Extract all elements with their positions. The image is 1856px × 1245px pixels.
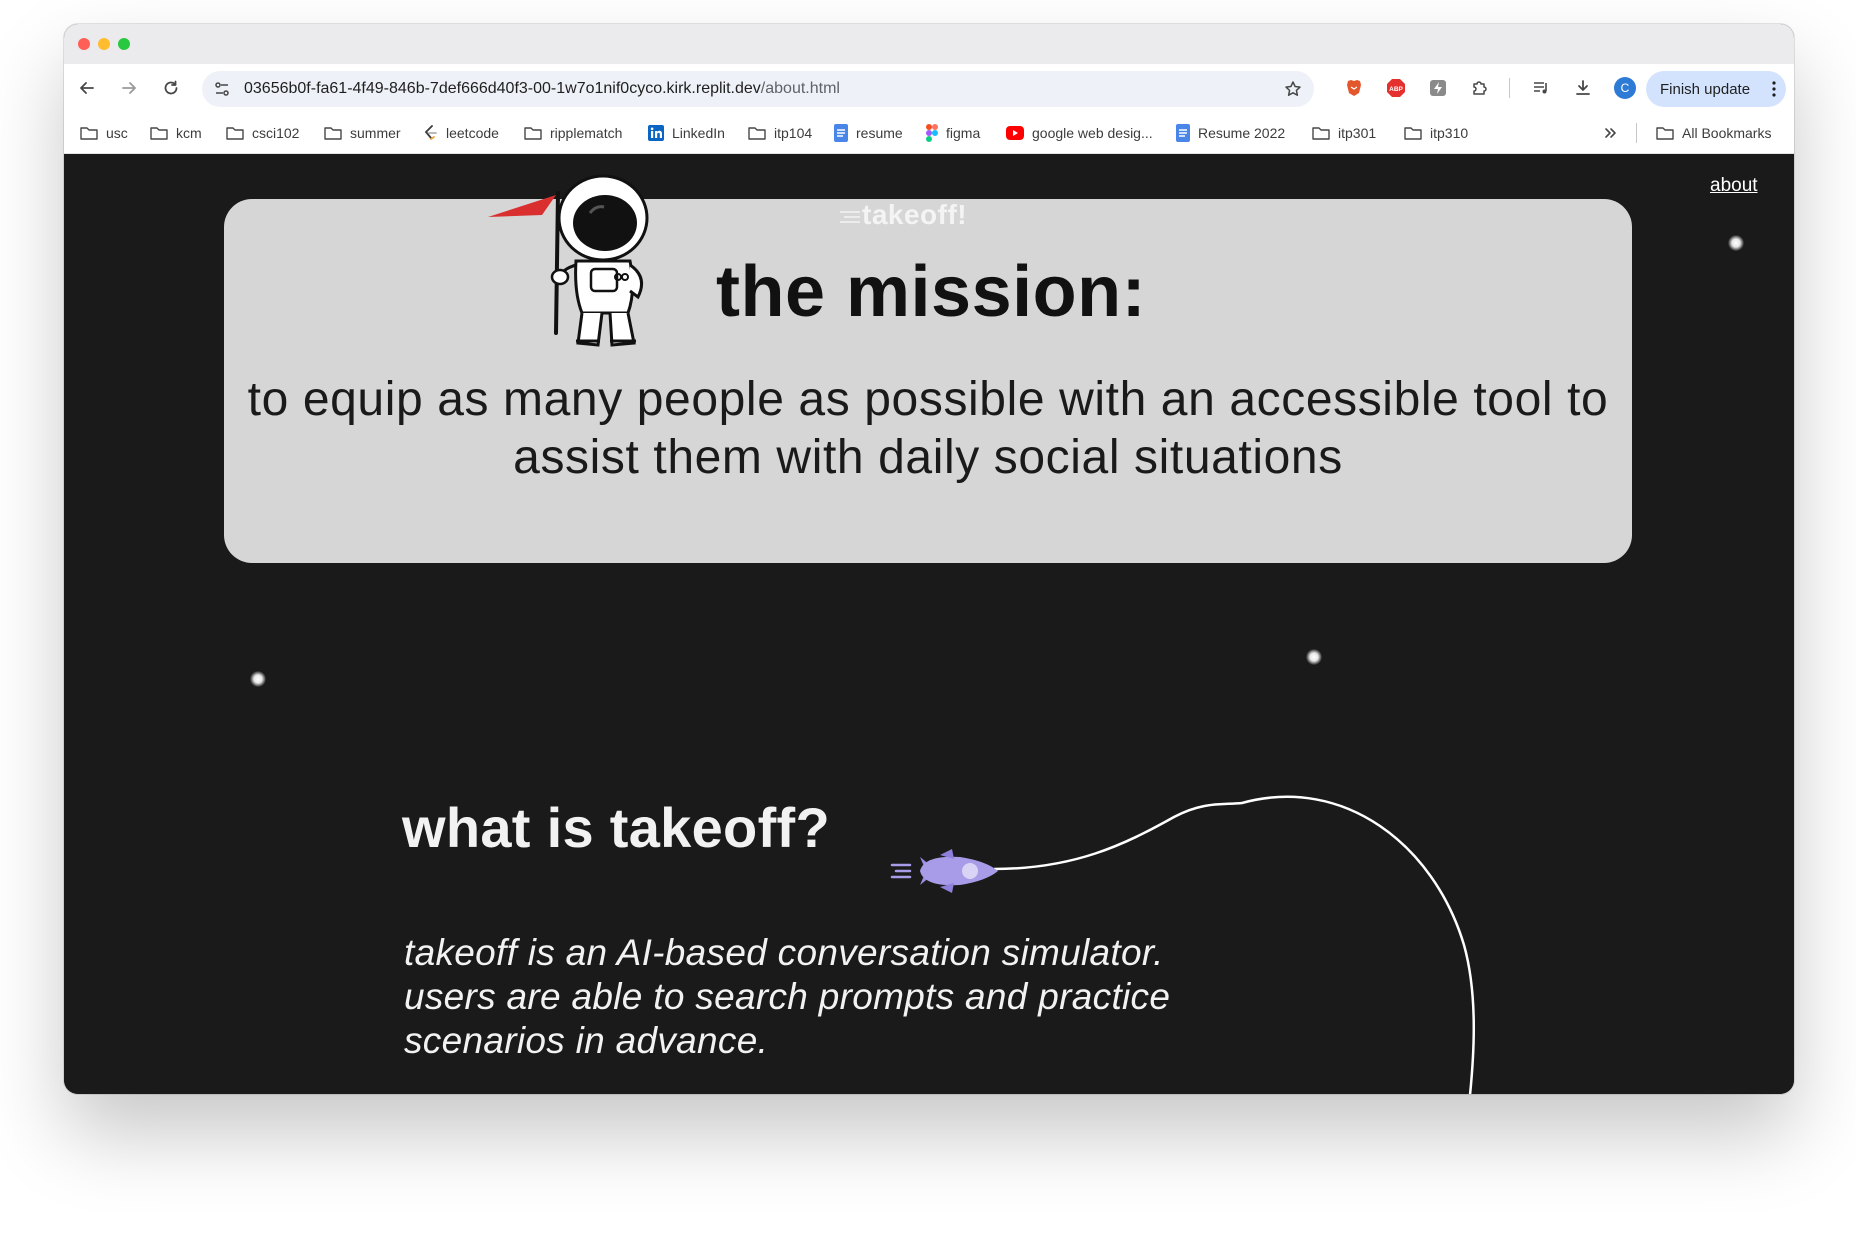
profile-button[interactable]: C [1610, 64, 1640, 112]
bolt-extension-button[interactable] [1424, 64, 1452, 112]
address-bar[interactable]: 03656b0f-fa61-4f49-846b-7def666d40f3-00-… [202, 71, 1314, 107]
finish-update-button[interactable]: Finish update [1646, 71, 1786, 107]
what-is-takeoff-description: takeoff is an AI-based conversation simu… [404, 932, 1171, 1061]
folder-icon [324, 127, 342, 140]
bookmark-label: resume [856, 125, 903, 141]
extensions-button[interactable] [1466, 64, 1494, 112]
all-bookmarks-label: All Bookmarks [1682, 125, 1772, 141]
title-bar [64, 24, 1794, 64]
finish-update-label: Finish update [1660, 80, 1751, 98]
bookmark-itp301[interactable]: itp301 [1312, 112, 1376, 154]
adblock-extension-button[interactable]: ABP [1382, 64, 1410, 112]
folder-icon [1656, 127, 1674, 140]
reload-icon [164, 80, 178, 95]
bookmark-linkedin[interactable]: LinkedIn [648, 112, 725, 154]
bookmark-label: ripplematch [550, 125, 623, 141]
bookmark-label: Resume 2022 [1198, 125, 1286, 141]
queue-music-icon [1534, 82, 1547, 94]
arrow-left-icon [80, 82, 94, 94]
folder-icon [226, 127, 244, 140]
download-icon [1576, 80, 1590, 95]
bookmark-kcm[interactable]: kcm [150, 112, 202, 154]
bookmarks-divider [1636, 112, 1637, 154]
figma-icon [926, 124, 938, 142]
linkedin-icon [648, 125, 664, 141]
leetcode-icon [424, 125, 437, 140]
bookmark-label: figma [946, 125, 981, 141]
brave-extension-button[interactable] [1340, 64, 1368, 112]
docs-icon [834, 124, 848, 142]
what-is-takeoff-heading: what is takeoff? [402, 796, 830, 859]
folder-icon [1312, 127, 1330, 140]
double-chevron-right-icon [1605, 128, 1616, 138]
bookmark-label: google web desig... [1032, 125, 1153, 141]
arrow-right-icon [122, 82, 136, 94]
reload-button[interactable] [158, 64, 184, 112]
bookmarks-bar: usc kcm csci102 summer leetcode ripplema… [64, 112, 1794, 154]
forward-button[interactable] [116, 64, 142, 112]
bookmark-star-button[interactable] [1278, 71, 1308, 107]
bookmark-ripplematch[interactable]: ripplematch [524, 112, 622, 154]
site-settings-button[interactable] [208, 71, 236, 107]
star-icon [1285, 81, 1301, 96]
rocket-icon [890, 849, 998, 893]
folder-icon [524, 127, 542, 140]
bookmark-resume[interactable]: resume [834, 112, 903, 154]
bookmark-itp310[interactable]: itp310 [1404, 112, 1468, 154]
bookmark-label: itp310 [1430, 125, 1469, 141]
folder-icon [748, 127, 766, 140]
minimize-window-button[interactable] [98, 38, 110, 50]
url-path: /about.html [760, 80, 840, 97]
bookmark-label: leetcode [446, 125, 499, 141]
folder-icon [1404, 127, 1422, 140]
bookmark-label: summer [350, 125, 401, 141]
downloads-button[interactable] [1568, 64, 1598, 112]
close-window-button[interactable] [78, 38, 90, 50]
bookmark-label: itp104 [774, 125, 813, 141]
bookmark-itp104[interactable]: itp104 [748, 112, 812, 154]
lion-shield-icon [1347, 80, 1361, 96]
bookmark-usc[interactable]: usc [80, 112, 128, 154]
browser-window: 03656b0f-fa61-4f49-846b-7def666d40f3-00-… [64, 24, 1794, 1094]
back-button[interactable] [74, 64, 100, 112]
bookmark-label: itp301 [1338, 125, 1377, 141]
youtube-icon [1006, 126, 1024, 140]
folder-icon [150, 127, 168, 140]
bookmark-resume-2022[interactable]: Resume 2022 [1176, 112, 1285, 154]
adblock-icon: ABP [1387, 79, 1405, 97]
maximize-window-button[interactable] [118, 38, 130, 50]
more-vert-icon [1772, 81, 1776, 97]
tune-icon [215, 82, 229, 96]
url-host: 03656b0f-fa61-4f49-846b-7def666d40f3-00-… [244, 80, 761, 97]
browser-toolbar: 03656b0f-fa61-4f49-846b-7def666d40f3-00-… [64, 64, 1794, 112]
bookmark-label: usc [106, 125, 128, 141]
page-viewport: takeoff! about the mission: to equip as … [64, 155, 1794, 1094]
all-bookmarks-button[interactable]: All Bookmarks [1656, 112, 1771, 154]
svg-text:ABP: ABP [1389, 86, 1403, 93]
profile-avatar: C [1614, 77, 1636, 99]
more-bookmarks-button[interactable] [1604, 112, 1626, 154]
desktop-background: 03656b0f-fa61-4f49-846b-7def666d40f3-00-… [0, 0, 1856, 1245]
bolt-icon [1430, 80, 1446, 96]
folder-icon [80, 127, 98, 140]
media-controls-button[interactable] [1526, 64, 1556, 112]
bookmark-leetcode[interactable]: leetcode [422, 112, 499, 154]
docs-icon [1176, 124, 1190, 142]
bookmark-label: kcm [176, 125, 202, 141]
bookmark-summer[interactable]: summer [324, 112, 401, 154]
bookmark-label: LinkedIn [672, 125, 725, 141]
bookmark-label: csci102 [252, 125, 300, 141]
puzzle-icon [1473, 81, 1487, 95]
url-text[interactable]: 03656b0f-fa61-4f49-846b-7def666d40f3-00-… [244, 71, 840, 107]
bookmark-figma[interactable]: figma [926, 112, 980, 154]
toolbar-divider [1504, 64, 1514, 112]
bookmark-csci102[interactable]: csci102 [226, 112, 299, 154]
bookmark-google-web-design[interactable]: google web desig... [1006, 112, 1153, 154]
